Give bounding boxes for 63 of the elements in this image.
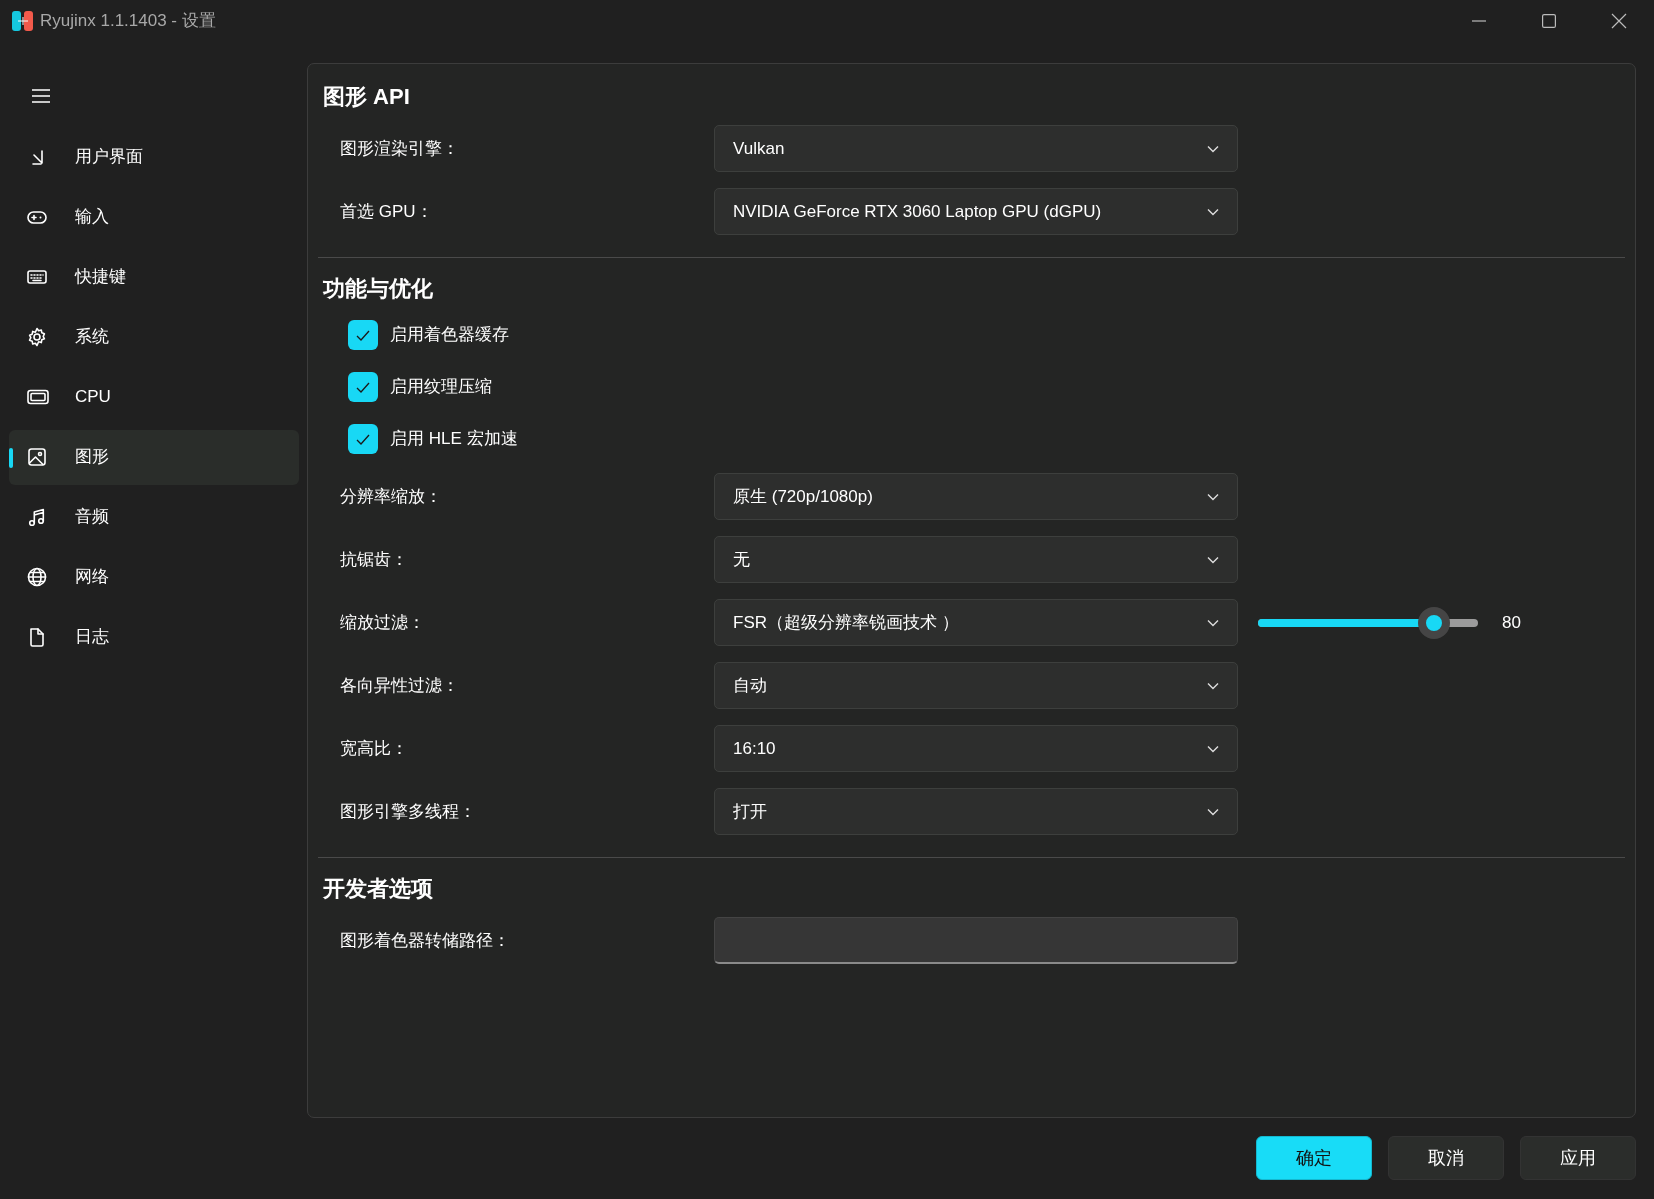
- chevron-down-icon: [1207, 744, 1219, 753]
- keyboard-icon: [27, 267, 49, 287]
- sidebar-item[interactable]: 音频: [9, 489, 299, 545]
- checkmark-icon: [356, 433, 370, 445]
- image-icon: [27, 447, 49, 467]
- dropdown[interactable]: 自动: [714, 662, 1238, 709]
- input-field[interactable]: [714, 917, 1238, 964]
- checkbox[interactable]: [348, 424, 378, 454]
- dialog-button[interactable]: 取消: [1388, 1136, 1504, 1180]
- window-title: Ryujinx 1.1.1403 - 设置: [40, 10, 216, 33]
- sidebar-item[interactable]: 用户界面: [9, 129, 299, 185]
- setting-label: 图形渲染引擎：: [339, 137, 460, 160]
- maximize-icon: [1542, 14, 1556, 28]
- sidebar-item[interactable]: 系统: [9, 309, 299, 365]
- minimize-icon: [1472, 20, 1486, 22]
- dropdown[interactable]: 打开: [714, 788, 1238, 835]
- slider-thumb[interactable]: [1418, 606, 1450, 639]
- chevron-down-icon: [1207, 555, 1219, 564]
- section-heading: 图形 API: [323, 83, 410, 111]
- setting-label: 首选 GPU：: [339, 200, 434, 223]
- sidebar-item[interactable]: CPU: [9, 369, 299, 425]
- checkbox-label: 启用着色器缓存: [390, 324, 509, 347]
- checkbox-label: 启用 HLE 宏加速: [390, 428, 518, 451]
- globe-icon: [27, 567, 49, 587]
- setting-label: 各向异性过滤：: [339, 674, 460, 697]
- dropdown[interactable]: 无: [714, 536, 1238, 583]
- chevron-down-icon: [1207, 681, 1219, 690]
- chip-icon: [27, 387, 49, 407]
- sidebar-item[interactable]: 图形: [9, 429, 299, 485]
- app-logo-icon: [12, 10, 34, 32]
- checkbox-label: 启用纹理压缩: [390, 376, 492, 399]
- section-heading: 功能与优化: [323, 275, 433, 303]
- sidebar-item[interactable]: 日志: [9, 609, 299, 665]
- dropdown[interactable]: 16:10: [714, 725, 1238, 772]
- checkmark-icon: [356, 381, 370, 393]
- slider-value: 80: [1502, 611, 1521, 634]
- dropdown[interactable]: 原生 (720p/1080p): [714, 473, 1238, 520]
- dropdown[interactable]: FSR（超级分辨率锐画技术 ）: [714, 599, 1238, 646]
- checkmark-icon: [356, 329, 370, 341]
- chevron-down-icon: [1207, 207, 1219, 216]
- sidebar-item[interactable]: 输入: [9, 189, 299, 245]
- chevron-down-icon: [1207, 492, 1219, 501]
- setting-label: 缩放过滤：: [339, 611, 426, 634]
- checkbox[interactable]: [348, 372, 378, 402]
- setting-label: 图形引擎多线程：: [339, 800, 477, 823]
- selection-indicator: [9, 447, 13, 468]
- setting-label: 抗锯齿：: [339, 548, 409, 571]
- checkbox[interactable]: [348, 320, 378, 350]
- chevron-down-icon: [1207, 807, 1219, 816]
- sidebar-item[interactable]: 网络: [9, 549, 299, 605]
- dropdown[interactable]: Vulkan: [714, 125, 1238, 172]
- dialog-button[interactable]: 应用: [1520, 1136, 1636, 1180]
- setting-label: 图形着色器转储路径：: [339, 929, 511, 952]
- chevron-down-icon: [1207, 618, 1219, 627]
- dropdown[interactable]: NVIDIA GeForce RTX 3060 Laptop GPU (dGPU): [714, 188, 1238, 235]
- dialog-button[interactable]: 确定: [1256, 1136, 1372, 1180]
- close-icon: [1611, 13, 1627, 29]
- section-heading: 开发者选项: [323, 875, 433, 903]
- setting-label: 分辨率缩放：: [339, 485, 443, 508]
- chevron-down-icon: [1207, 144, 1219, 153]
- corner-arrow-icon: [32, 149, 43, 165]
- setting-label: 宽高比：: [339, 737, 409, 760]
- sidebar-item[interactable]: 快捷键: [9, 249, 299, 305]
